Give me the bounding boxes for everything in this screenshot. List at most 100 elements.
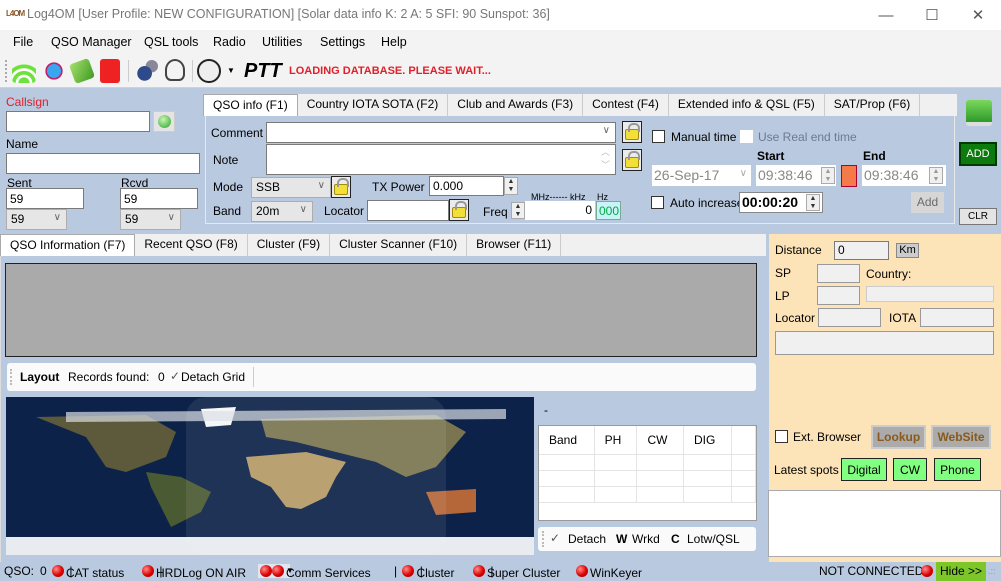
column-header-band[interactable]: Band [539,426,595,455]
tab-sat-prop[interactable]: SAT/Prop (F6) [825,94,921,116]
headset-icon[interactable] [165,59,185,81]
menu-file[interactable]: File [13,35,33,49]
minimize-button[interactable]: — [863,0,909,30]
sent-input[interactable] [6,188,84,209]
column-header-dig[interactable]: DIG [683,426,733,455]
super-cluster-indicator[interactable]: Super Cluster | [471,564,560,580]
toolbar-grip[interactable] [542,531,544,547]
ext-browser-checkbox[interactable] [775,430,788,443]
book-icon[interactable] [68,57,96,85]
column-header-ph[interactable]: PH [594,426,638,455]
website-button[interactable]: WebSite [931,425,991,449]
band-value: 20m [256,204,280,218]
toolbar-grip[interactable] [5,60,7,82]
comment-lock-button[interactable] [622,121,642,143]
mode-lock-button[interactable] [331,176,351,198]
comment-input[interactable]: ∨ [266,122,616,143]
callsign-input[interactable] [6,111,150,132]
lookup-button[interactable]: Lookup [871,425,926,449]
spot-cw-button[interactable]: CW [893,458,927,481]
end-time-spinner[interactable]: ▲ ▼ [929,167,943,184]
add-time-button[interactable]: Add [911,192,944,213]
loading-status: LOADING DATABASE. PLEASE WAIT... [289,65,491,77]
column-header-cw[interactable]: CW [636,426,685,455]
ptt-label[interactable]: PTT [244,60,282,83]
lookup-callsign-button[interactable] [153,111,175,132]
cell [636,470,685,487]
auto-increase-value: 00:00:20 [742,194,799,210]
winkeyer-indicator[interactable]: WinKeyer [574,564,642,580]
menu-qsl-tools[interactable]: QSL tools [144,35,198,49]
auto-increase-spinner[interactable]: ▲ ▼ [806,194,820,211]
layout-button[interactable]: Layout [20,370,59,384]
manual-time-checkbox[interactable] [652,130,665,143]
resize-grip[interactable]: .:: [988,566,996,576]
rcvd-combo[interactable]: 59 ∨ [120,209,181,230]
menu-utilities[interactable]: Utilities [262,35,302,49]
add-qso-button[interactable]: ADD [959,142,997,166]
spot-digital-button[interactable]: Digital [841,458,887,481]
scroll-arrows-icon[interactable]: ︿ ﹀ [601,146,610,172]
auto-increase-checkbox[interactable] [651,196,664,209]
locator-label: Locator [324,204,365,218]
sent-combo[interactable]: 59 ∨ [6,209,67,230]
hrdlog-indicator[interactable]: HRDLog ON AIR | [140,564,246,580]
satellite-dish-icon[interactable] [197,59,221,83]
detach-grid-button[interactable]: Detach Grid [181,370,245,384]
menu-qso-manager[interactable]: QSO Manager [51,35,132,49]
menu-help[interactable]: Help [381,35,407,49]
txpower-spinner[interactable]: ▲ ▼ [504,177,518,195]
locator-lock-button[interactable] [449,199,469,221]
band-combo[interactable]: 20m ∨ [251,201,313,222]
save-database-icon[interactable] [966,100,992,126]
freq-input[interactable]: 0 [525,201,595,220]
tab-qso-information[interactable]: QSO Information (F7) [0,234,136,256]
world-map[interactable] [6,397,534,555]
tab-club-awards[interactable]: Club and Awards (F3) [448,94,584,116]
tab-extended-info-qsl[interactable]: Extended info & QSL (F5) [669,94,825,116]
tab-qso-info[interactable]: QSO info (F1) [203,94,298,116]
start-time-spinner[interactable]: ▲ ▼ [821,167,835,184]
menu-settings[interactable]: Settings [320,35,365,49]
date-picker[interactable]: 26-Sep-17 ∨ [652,165,751,186]
spots-list[interactable] [768,490,1001,557]
mode-combo[interactable]: SSB ∨ [251,177,331,198]
clear-button[interactable]: CLR [959,208,997,225]
freq-hz-input[interactable]: 000 [596,201,621,220]
tab-cluster-scanner[interactable]: Cluster Scanner (F10) [330,234,468,256]
menu-radio[interactable]: Radio [213,35,246,49]
tab-cluster[interactable]: Cluster (F9) [248,234,331,256]
note-textarea[interactable]: ︿ ﹀ [266,144,616,175]
locator-info-value [818,308,881,327]
tab-country-iota-sota[interactable]: Country IOTA SOTA (F2) [298,94,449,116]
hide-button[interactable]: Hide >> [936,562,987,581]
note-lock-button[interactable] [622,149,642,171]
mailbox-icon[interactable] [100,59,120,83]
gears-icon[interactable] [135,59,159,83]
name-input[interactable] [6,153,200,174]
distance-unit-button[interactable]: Km [896,243,919,258]
close-button[interactable]: ✕ [955,0,1001,30]
cell [636,486,685,503]
layout-grip[interactable] [10,369,12,385]
cat-status-indicator[interactable]: CAT status | [50,564,124,580]
locator-input[interactable] [367,200,449,221]
txpower-input[interactable] [429,176,504,196]
wifi-icon[interactable] [12,59,36,83]
tab-recent-qso[interactable]: Recent QSO (F8) [135,234,248,256]
maximize-button[interactable]: ☐ [909,0,955,30]
rcvd-input[interactable] [120,188,198,209]
tab-browser[interactable]: Browser (F11) [467,234,562,256]
tab-contest[interactable]: Contest (F4) [583,94,669,116]
cluster-indicator[interactable]: | Cluster | [394,564,454,580]
cell [636,454,685,471]
globe-icon[interactable] [42,59,66,83]
time-sync-button[interactable] [841,165,857,187]
detach-button[interactable]: Detach [568,532,606,546]
real-end-time-checkbox[interactable] [740,130,753,143]
chevron-down-icon[interactable]: ▼ [227,66,235,75]
spot-phone-button[interactable]: Phone [934,458,981,481]
freq-spinner[interactable]: ▲ ▼ [511,202,525,219]
iota-label: IOTA [889,311,917,325]
comm-services-dropdown[interactable]: Comm Services ▼ [258,564,371,580]
